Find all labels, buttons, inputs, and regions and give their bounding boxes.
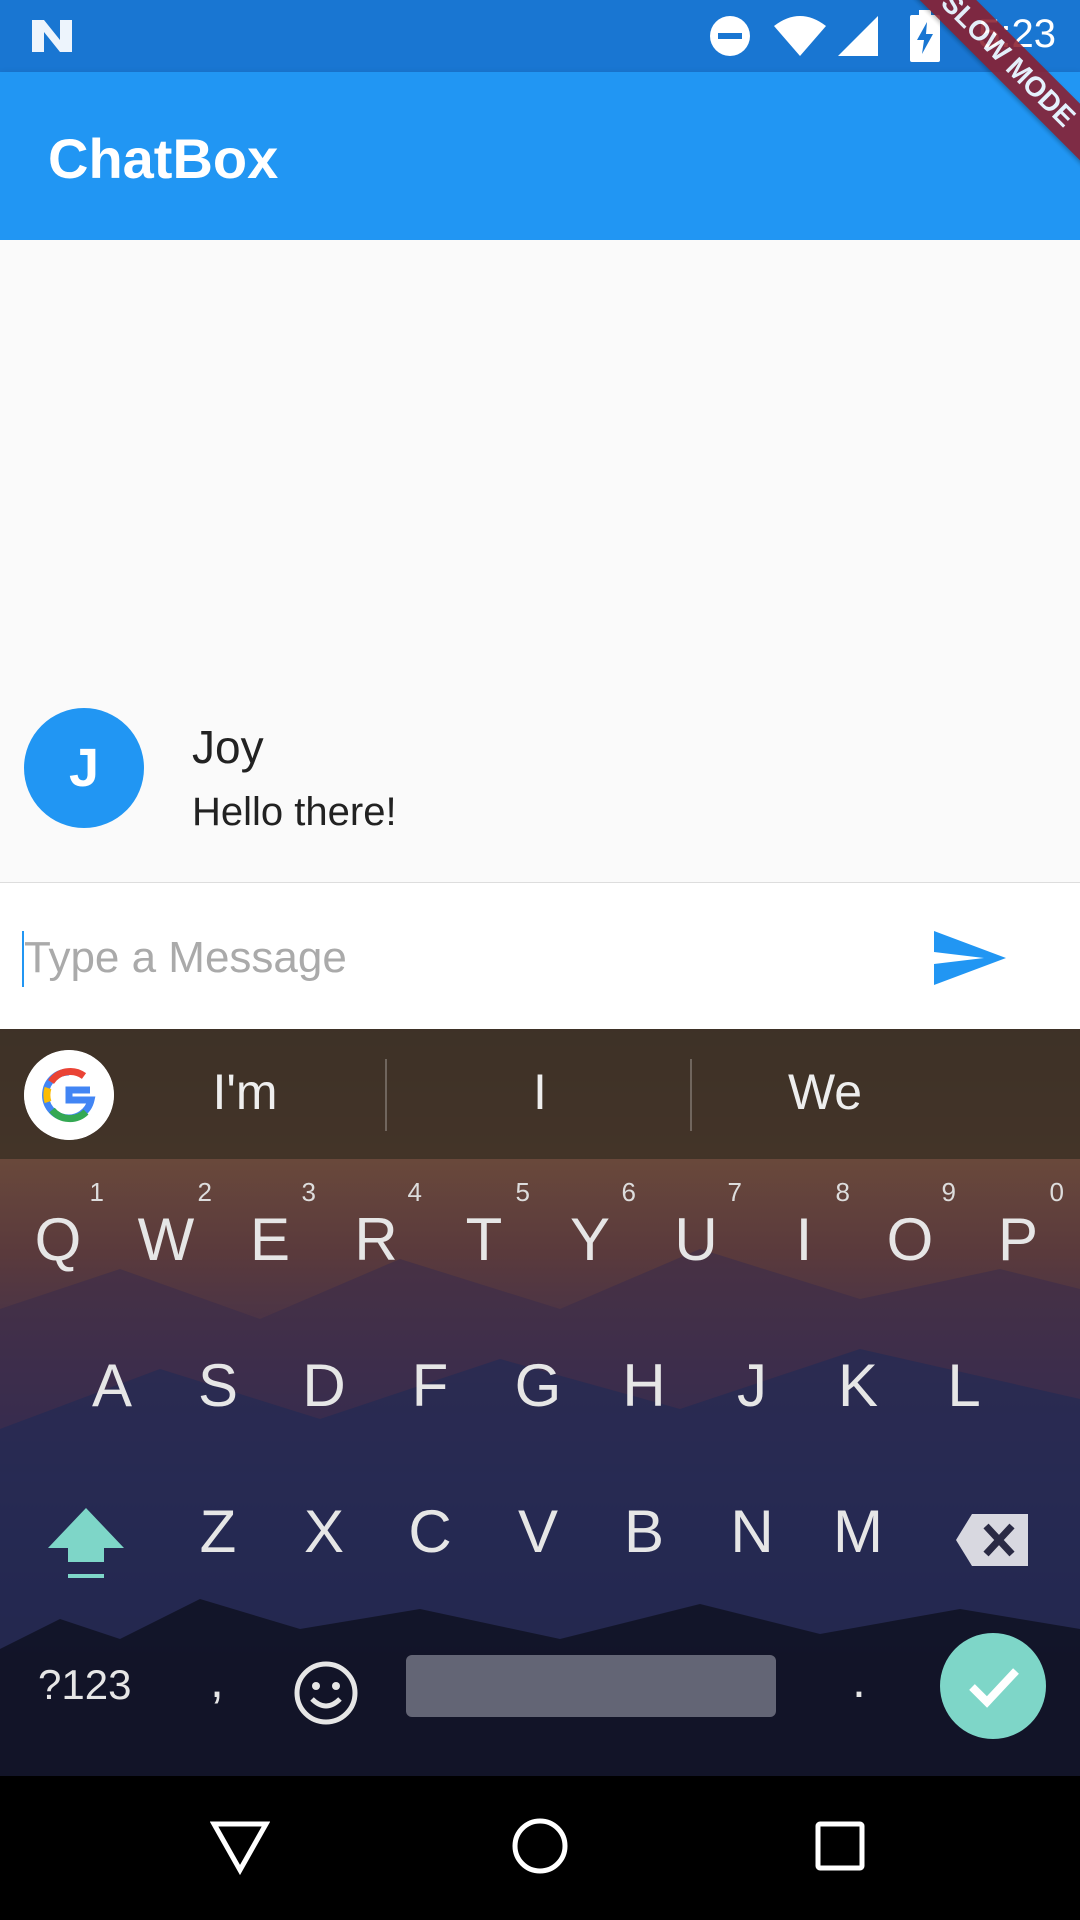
key-o[interactable]: O9 <box>870 1177 956 1274</box>
key-a[interactable]: A <box>72 1351 152 1420</box>
checkmark-icon <box>969 1668 1019 1708</box>
suggestion-separator <box>690 1059 692 1131</box>
key-d[interactable]: D <box>284 1351 364 1420</box>
back-icon[interactable] <box>210 1816 270 1876</box>
send-icon[interactable] <box>930 923 1010 993</box>
suggestion-1[interactable]: I'm <box>180 1063 310 1121</box>
key-f[interactable]: F <box>390 1351 470 1420</box>
message-composer <box>0 883 1080 1029</box>
key-j[interactable]: J <box>712 1351 792 1420</box>
key-b[interactable]: B <box>604 1497 684 1566</box>
soft-keyboard: I'm I We Q1 W2 E3 R4 T5 Y6 U7 I8 O9 P0 A… <box>0 1029 1080 1776</box>
key-n[interactable]: N <box>712 1497 792 1566</box>
emoji-icon[interactable] <box>290 1657 362 1729</box>
key-p[interactable]: P0 <box>978 1177 1064 1274</box>
backspace-icon[interactable] <box>954 1512 1030 1568</box>
google-icon[interactable] <box>24 1050 114 1140</box>
message-text: Hello there! <box>192 790 397 834</box>
status-bar: 5:23 <box>0 0 1080 72</box>
battery-charging-icon <box>910 10 940 62</box>
key-z[interactable]: Z <box>178 1497 258 1566</box>
suggestion-3[interactable]: We <box>760 1063 890 1121</box>
key-u[interactable]: U7 <box>656 1177 742 1274</box>
recents-icon[interactable] <box>814 1820 866 1872</box>
key-r[interactable]: R4 <box>336 1177 422 1274</box>
suggestion-separator <box>385 1059 387 1131</box>
navigation-bar <box>0 1776 1080 1920</box>
key-m[interactable]: M <box>818 1497 898 1566</box>
key-i[interactable]: I8 <box>764 1177 850 1274</box>
text-caret <box>22 931 24 987</box>
do-not-disturb-icon <box>710 16 750 56</box>
wifi-icon <box>774 16 826 56</box>
key-e[interactable]: E3 <box>230 1177 316 1274</box>
key-h[interactable]: H <box>604 1351 684 1420</box>
key-v[interactable]: V <box>498 1497 578 1566</box>
key-x[interactable]: X <box>284 1497 364 1566</box>
avatar: J <box>24 708 144 828</box>
key-y[interactable]: Y6 <box>550 1177 636 1274</box>
symbols-key[interactable]: ?123 <box>38 1661 131 1709</box>
key-l[interactable]: L <box>924 1351 1004 1420</box>
comma-key[interactable]: , <box>210 1651 224 1709</box>
key-s[interactable]: S <box>178 1351 258 1420</box>
space-key[interactable] <box>406 1655 776 1717</box>
suggestion-2[interactable]: I <box>500 1063 580 1121</box>
message-sender: Joy <box>192 721 264 773</box>
message-input[interactable] <box>24 923 884 993</box>
home-icon[interactable] <box>510 1816 570 1876</box>
key-k[interactable]: K <box>818 1351 898 1420</box>
key-g[interactable]: G <box>498 1351 578 1420</box>
shift-icon[interactable] <box>44 1504 128 1584</box>
key-c[interactable]: C <box>390 1497 470 1566</box>
done-key[interactable] <box>940 1633 1046 1739</box>
list-item: J Joy Hello there! <box>0 700 1080 840</box>
message-list: J Joy Hello there! <box>0 240 1080 882</box>
app-title: ChatBox <box>48 127 279 190</box>
suggestion-bar: I'm I We <box>0 1029 1080 1159</box>
key-w[interactable]: W2 <box>126 1177 212 1274</box>
android-n-icon <box>32 20 72 52</box>
period-key[interactable]: . <box>852 1651 866 1709</box>
cell-signal-icon <box>838 16 878 56</box>
key-t[interactable]: T5 <box>444 1177 530 1274</box>
app-bar: ChatBox <box>0 72 1080 240</box>
key-q[interactable]: Q1 <box>18 1177 104 1274</box>
